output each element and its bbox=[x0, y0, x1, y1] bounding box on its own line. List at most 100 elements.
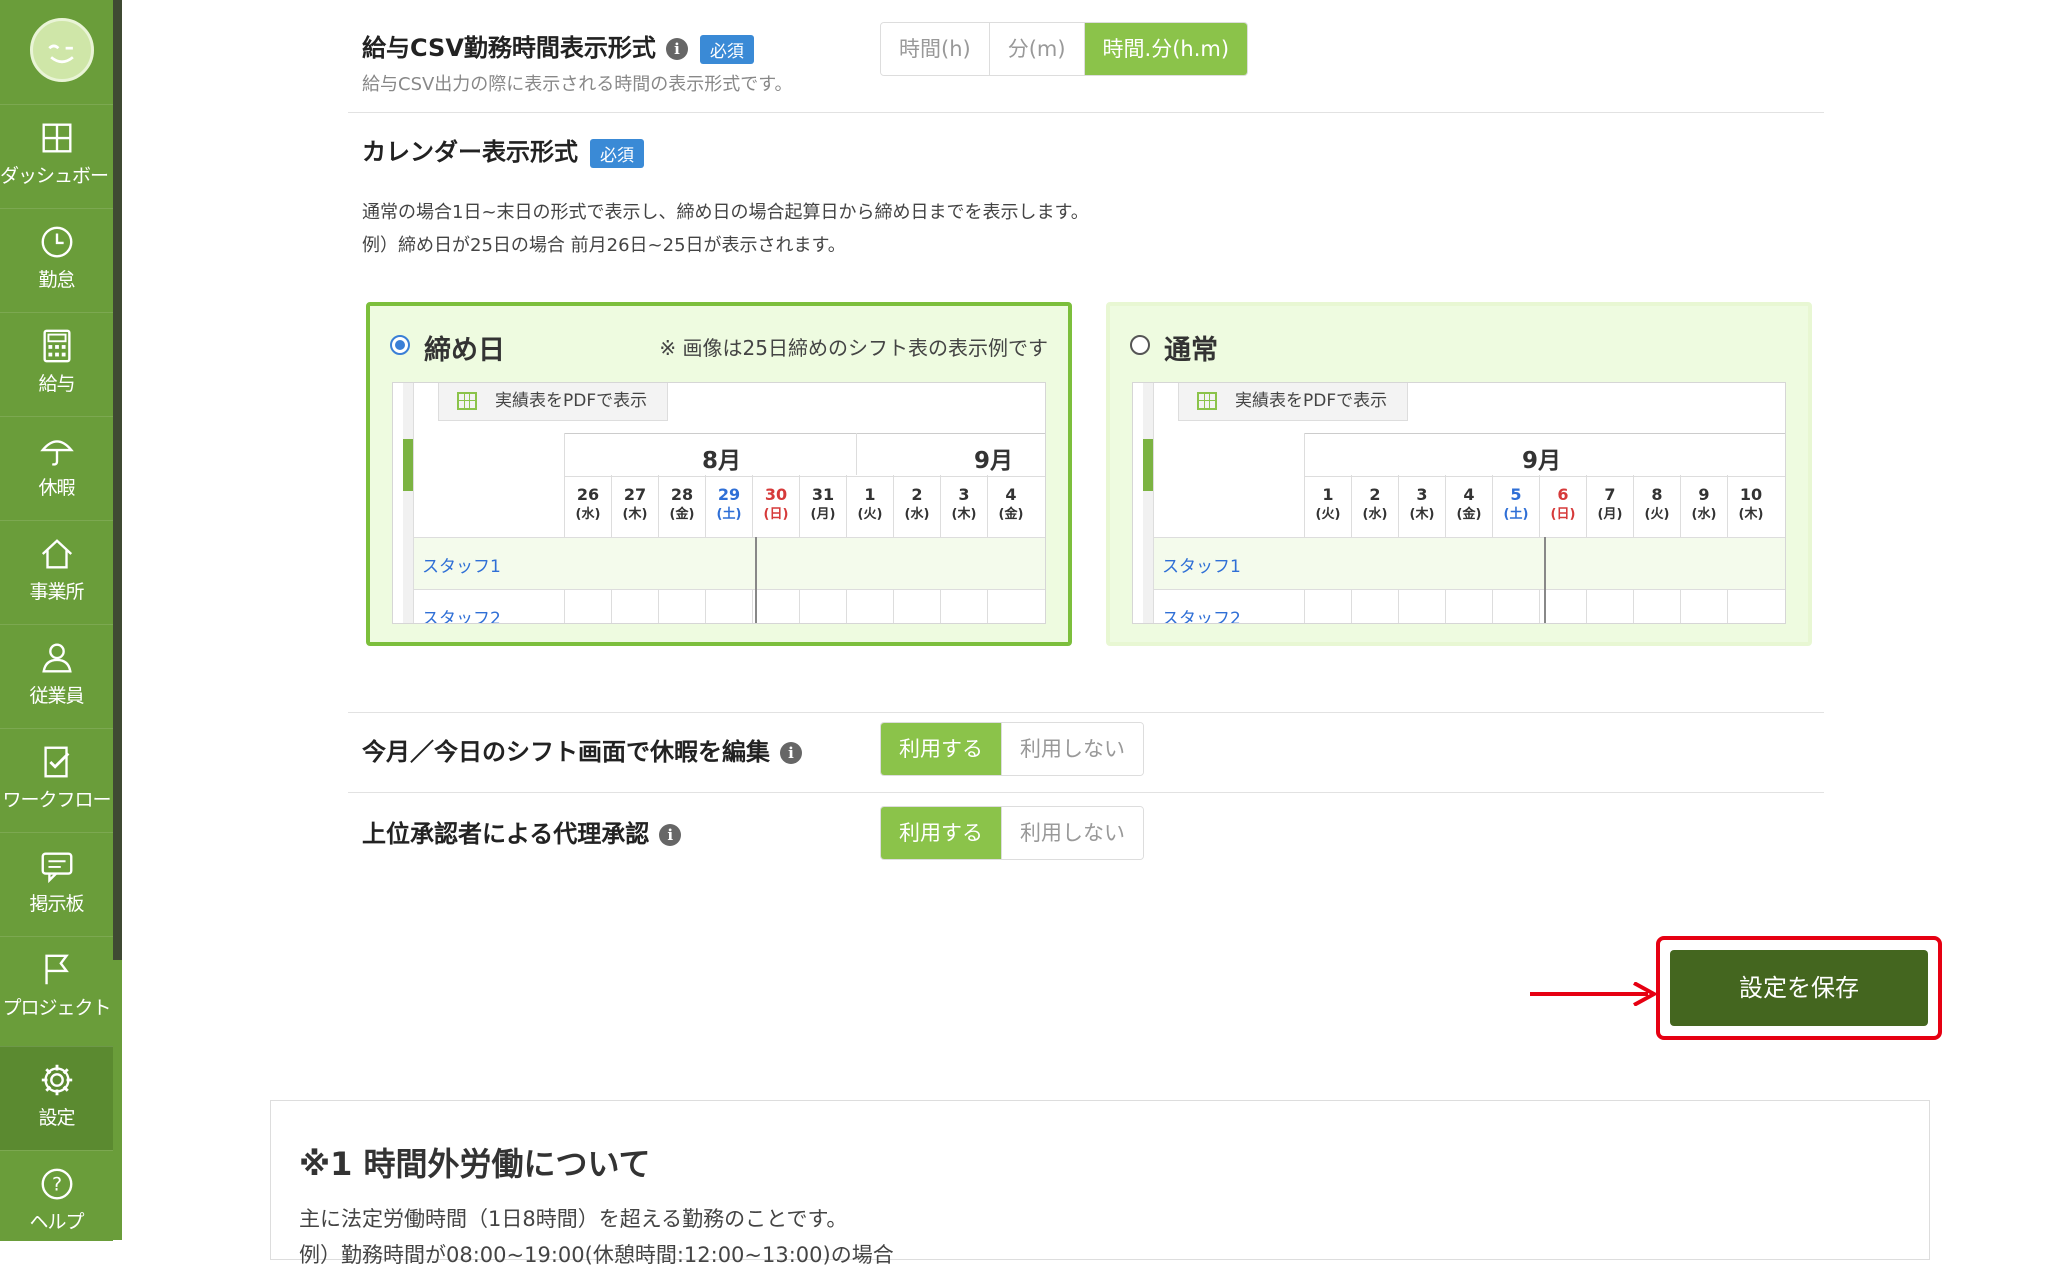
sidebar-item-project[interactable]: プロジェクト bbox=[0, 936, 113, 1037]
day-header: 28 (金) bbox=[658, 475, 705, 537]
calendar-option-normal[interactable]: 通常 実績表をPDFで表示 9月 1 (火) 2 (水) 3 (木) 4 (金) 5 (土) 6 (日… bbox=[1106, 302, 1812, 646]
calendar-format-title: カレンダー表示形式 必須 bbox=[362, 132, 644, 168]
leave-edit-use[interactable]: 利用する bbox=[881, 723, 1001, 775]
proxy-approval-use[interactable]: 利用する bbox=[881, 807, 1001, 859]
calendar-option-closing[interactable]: 締め日 ※ 画像は25日締めのシフト表の表示例です 実績表をPDFで表示 8月 … bbox=[366, 302, 1072, 646]
sidebar-item-vacation[interactable]: 休暇 bbox=[0, 416, 113, 517]
home-icon bbox=[41, 539, 72, 569]
sidebar-item-dashboard[interactable]: ダッシュボード bbox=[0, 104, 127, 205]
day-number: 4 bbox=[1463, 485, 1475, 504]
required-badge: 必須 bbox=[699, 34, 754, 64]
day-header: 8 (火) bbox=[1633, 475, 1680, 537]
day-number: 4 bbox=[1005, 485, 1017, 504]
preview-scroll bbox=[403, 383, 414, 623]
sidebar-item-office[interactable]: 事業所 bbox=[0, 520, 113, 621]
sidebar-item-payroll[interactable]: 給与 bbox=[0, 312, 113, 413]
sidebar-label: 休暇 bbox=[38, 477, 75, 499]
note-line: 主に法定労働時間（1日8時間）を超える勤務のことです。 bbox=[299, 1207, 848, 1231]
day-number: 1 bbox=[1322, 485, 1334, 504]
sidebar-item-settings[interactable]: 設定 bbox=[0, 1046, 113, 1151]
month-label: 8月 bbox=[702, 448, 742, 474]
leave-edit-no-use[interactable]: 利用しない bbox=[1001, 723, 1143, 775]
sidebar-label: 従業員 bbox=[29, 685, 84, 707]
calculator-icon bbox=[42, 329, 71, 363]
day-header: 29 (土) bbox=[705, 475, 752, 537]
preview-marker bbox=[403, 439, 413, 491]
svg-text:?: ? bbox=[51, 1174, 61, 1196]
umbrella-icon bbox=[39, 440, 74, 466]
grid-line bbox=[856, 433, 857, 475]
calendar-preview-image: 実績表をPDFで表示 8月 9月 26 (水) 27 (木) 28 (金) 29 (土) 30 (… bbox=[392, 382, 1046, 624]
day-number: 26 bbox=[576, 485, 600, 504]
required-badge: 必須 bbox=[590, 138, 644, 168]
option-note: ※ 画像は25日締めのシフト表の表示例です bbox=[659, 336, 1048, 360]
day-header: 27 (木) bbox=[611, 475, 658, 537]
dashboard-icon bbox=[42, 123, 71, 153]
csv-option-hours[interactable]: 時間(h) bbox=[881, 23, 989, 75]
day-header: 4 (金) bbox=[1445, 475, 1492, 537]
day-number: 10 bbox=[1739, 485, 1763, 504]
info-icon[interactable]: i bbox=[665, 38, 688, 60]
day-number: 2 bbox=[1369, 485, 1381, 504]
csv-format-subtitle: 給与CSV出力の際に表示される時間の表示形式です。 bbox=[362, 74, 793, 95]
day-header: 30 (日) bbox=[752, 475, 799, 537]
day-number: 28 bbox=[670, 485, 694, 504]
day-header: 10 (木) bbox=[1727, 475, 1774, 537]
day-header: 31 (月) bbox=[799, 475, 846, 537]
proxy-approval-title: 上位承認者による代理承認 i bbox=[362, 814, 682, 849]
sidebar-label: 給与 bbox=[38, 373, 75, 395]
sidebar-item-attendance[interactable]: 勤怠 bbox=[0, 208, 113, 309]
month-label: 9月 bbox=[1522, 448, 1562, 474]
avatar[interactable] bbox=[30, 18, 94, 82]
save-settings-button[interactable]: 設定を保存 bbox=[1670, 950, 1928, 1026]
pdf-label: 実績表をPDFで表示 bbox=[1235, 391, 1388, 411]
divider bbox=[348, 792, 1824, 793]
info-icon[interactable]: i bbox=[780, 742, 802, 764]
day-header: 4 (金) bbox=[987, 475, 1034, 537]
sidebar-item-workflow[interactable]: ワークフロー bbox=[0, 728, 113, 829]
day-number: 30 bbox=[764, 485, 788, 504]
calendar-preview-image: 実績表をPDFで表示 9月 1 (火) 2 (水) 3 (木) 4 (金) 5 (土) 6 (日) 7 (… bbox=[1132, 382, 1786, 624]
gear-icon bbox=[41, 1064, 72, 1096]
csv-option-minutes[interactable]: 分(m) bbox=[988, 23, 1084, 75]
week-separator bbox=[755, 537, 757, 623]
info-icon[interactable]: i bbox=[659, 824, 682, 846]
leave-edit-label: 今月／今日のシフト画面で休暇を編集 bbox=[362, 738, 770, 766]
weekday: (日) bbox=[763, 507, 789, 522]
preview-pdf-button: 実績表をPDFで表示 bbox=[1178, 383, 1408, 421]
divider bbox=[348, 712, 1824, 713]
day-number: 29 bbox=[717, 485, 741, 504]
sidebar-item-employees[interactable]: 従業員 bbox=[0, 624, 113, 725]
day-header: 3 (木) bbox=[1398, 475, 1445, 537]
day-header: 7 (月) bbox=[1586, 475, 1633, 537]
weekday: (月) bbox=[810, 507, 836, 522]
radio-normal[interactable] bbox=[1130, 335, 1150, 355]
table-icon bbox=[457, 392, 477, 410]
weekday: (水) bbox=[904, 507, 930, 522]
weekday: (金) bbox=[1456, 507, 1482, 522]
option-label: 締め日 bbox=[424, 335, 505, 366]
clock-icon bbox=[41, 226, 72, 258]
sidebar-item-help[interactable]: ? ヘルプ bbox=[0, 1150, 113, 1241]
weekday: (水) bbox=[575, 507, 601, 522]
day-number: 8 bbox=[1651, 485, 1663, 504]
weekday: (木) bbox=[951, 507, 977, 522]
proxy-approval-no-use[interactable]: 利用しない bbox=[1001, 807, 1143, 859]
csv-option-hours-minutes[interactable]: 時間.分(h.m) bbox=[1083, 23, 1248, 75]
csv-format-selector: 時間(h) 分(m) 時間.分(h.m) bbox=[880, 22, 1249, 76]
day-header: 1 (火) bbox=[1304, 475, 1351, 537]
note-line: 例）勤務時間が08:00~19:00(休憩時間:12:00~13:00)の場合 bbox=[299, 1243, 894, 1267]
day-number: 27 bbox=[623, 485, 647, 504]
day-number: 3 bbox=[958, 485, 970, 504]
calendar-format-label: カレンダー表示形式 bbox=[362, 138, 578, 166]
sidebar-item-bulletin[interactable]: 掲示板 bbox=[0, 832, 113, 933]
description-line: 通常の場合1日~末日の形式で表示し、締め日の場合起算日から締め日までを表示します… bbox=[362, 202, 1089, 223]
sidebar-scrollbar[interactable] bbox=[113, 0, 122, 960]
day-header: 1 (火) bbox=[846, 475, 893, 537]
staff-name: スタッフ1 bbox=[422, 557, 501, 577]
checklist-icon bbox=[43, 746, 69, 778]
day-number: 6 bbox=[1557, 485, 1569, 504]
flag-icon bbox=[44, 954, 69, 985]
day-number: 1 bbox=[864, 485, 876, 504]
radio-closing[interactable] bbox=[390, 335, 410, 355]
